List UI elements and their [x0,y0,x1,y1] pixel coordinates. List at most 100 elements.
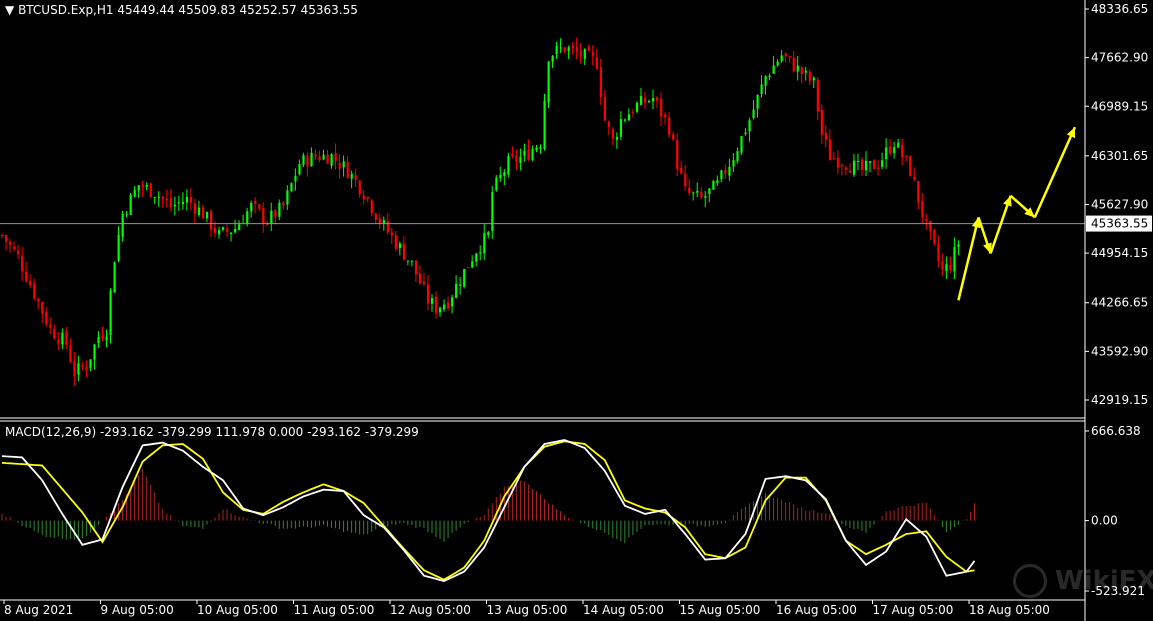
price-tick-label: 46989.15 [1091,99,1148,113]
candle-body [374,213,377,220]
candle-body [197,207,201,216]
candle-body [623,119,627,121]
price-tick-label: 44954.15 [1091,246,1148,260]
candle-body [201,207,205,219]
candle-body [724,169,727,174]
trading-chart[interactable]: 48336.65 47662.90 46989.15 46301.65 45627.90… [0,0,1153,621]
candle-body [917,181,920,203]
candle-body [788,55,791,57]
candle-body [226,228,229,233]
candle-body [97,337,100,344]
candle-body [957,244,960,247]
candle-body [684,173,687,187]
candle-body [720,170,723,180]
candle-body [479,252,482,254]
candle-body [451,297,454,307]
candle-body [302,155,305,165]
candle-body [575,46,578,52]
candle-body [752,109,755,119]
candle-body [310,152,313,167]
candle-body [382,220,385,224]
candle-body [836,158,840,168]
candle-body [664,114,667,118]
candle-body [185,196,189,203]
candle-body [334,153,337,161]
candle-body [607,121,611,128]
candle-body [439,307,442,313]
candle-body [234,228,237,233]
candle-body [535,147,538,151]
candle-body [318,156,321,161]
candle-body [949,264,952,271]
candle-body [864,160,868,171]
candle-body [430,298,434,304]
candle-body [523,150,526,156]
candle-body [764,76,767,86]
candle-body [258,204,261,209]
candle-body [619,119,623,137]
candle-body [165,198,168,201]
candle-body [13,246,16,250]
candle-body [346,162,349,179]
forecast-arrow-line [957,217,980,301]
time-axis-label: 15 Aug 05:00 [680,603,761,617]
candle-body [45,311,48,325]
candle-body [274,210,277,218]
candle-body [101,335,104,339]
candle-body [254,200,257,204]
candle-body [181,202,185,205]
candle-body [149,183,152,197]
candle-body [812,77,815,81]
candle-body [656,97,659,101]
candle-body [53,328,56,339]
candle-body [342,161,345,168]
candle-body [17,250,20,255]
candle-body [467,266,470,268]
candle-body [635,102,639,112]
candle-body [406,260,410,262]
candle-body [105,336,108,341]
candle-body [69,345,72,362]
candle-body [398,243,402,249]
candle-body [41,302,44,314]
candle-body [9,242,12,245]
candle-body [852,160,856,175]
candle-body [877,167,880,169]
candle-body [945,264,948,272]
candle-body [672,134,675,140]
watermark-logo: WikiFX [1013,562,1153,600]
time-axis-label: 17 Aug 05:00 [873,603,954,617]
candle-body [881,160,884,167]
candle-body [455,283,458,298]
candle-body [555,45,558,54]
candle-body [49,324,52,328]
candle-body [362,195,365,200]
candle-body [531,149,534,160]
candle-body [603,96,606,121]
candle-body [832,158,836,160]
candle-body [519,156,522,163]
candle-body [692,192,695,194]
candle-body [800,67,803,75]
candle-body [173,204,177,207]
time-axis-label: 16 Aug 05:00 [776,603,857,617]
candle-body [639,96,643,105]
candle-body [909,156,912,176]
candle-body [157,196,160,198]
candle-body [29,280,32,286]
time-axis-label: 10 Aug 05:00 [197,603,278,617]
candle-body [704,195,707,198]
candle-body [125,213,128,215]
candle-body [73,360,76,377]
candle-body [121,213,124,237]
candle-body [776,61,779,66]
candle-body [796,65,799,72]
candle-body [354,175,357,180]
candle-body [358,180,361,195]
candle-body [65,331,68,345]
candle-body [784,53,787,57]
candle-body [366,197,369,199]
candle-body [161,196,164,199]
candle-body [925,219,928,221]
candle-body [209,211,213,230]
